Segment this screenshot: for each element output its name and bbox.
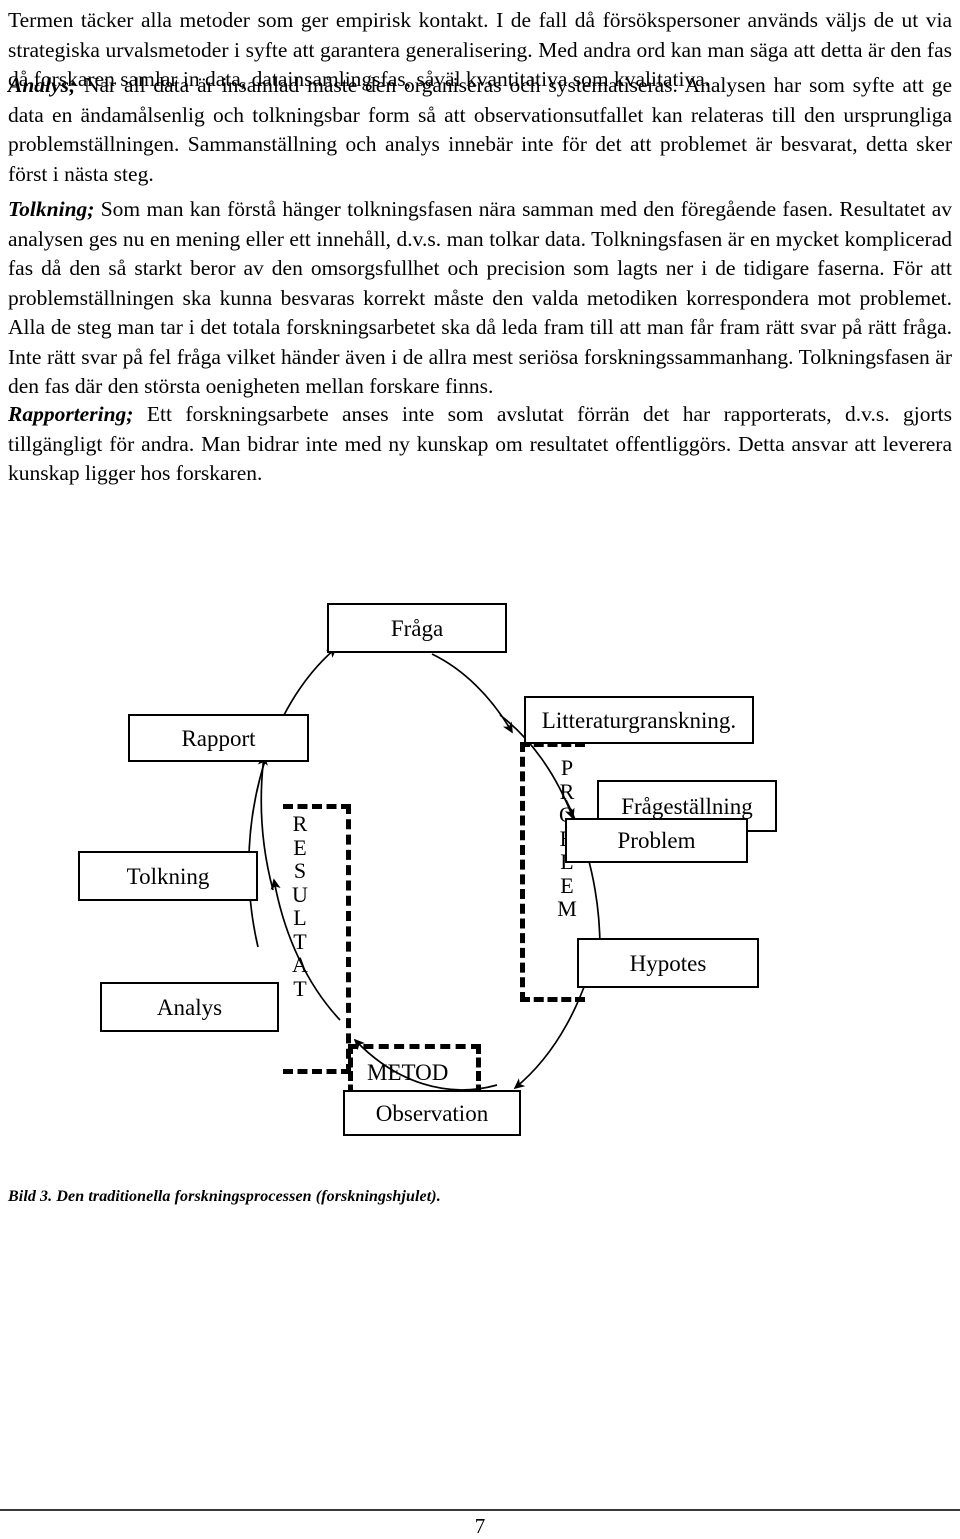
- node-label: Analys: [156, 994, 223, 1020]
- node-label: Litteraturgranskning.: [541, 707, 737, 733]
- metod-label: METOD: [367, 1060, 449, 1085]
- paragraph-lead-tolkning: Tolkning;: [8, 197, 95, 221]
- paragraph-lead-analys: Analys;: [8, 73, 77, 97]
- node-tolkning: Tolkning: [78, 851, 258, 901]
- paragraph-rapportering: Rapportering; Ett forskningsarbete anses…: [8, 400, 952, 489]
- research-wheel-figure: R E S U L T A T P R O B L E M METOD Fråg…: [0, 560, 960, 1180]
- paragraph-text: Ett forskningsarbete anses inte som avsl…: [8, 402, 952, 485]
- node-rapport: Rapport: [128, 714, 309, 762]
- node-label: Problem: [617, 828, 696, 853]
- node-problem: Problem: [565, 818, 748, 863]
- paragraph-lead-rapportering: Rapportering;: [8, 402, 134, 426]
- footer-divider: [0, 1509, 960, 1511]
- node-label: Tolkning: [126, 863, 210, 889]
- node-label: Fråga: [390, 615, 444, 641]
- paragraph-text: Som man kan förstå hänger tolkningsfasen…: [8, 197, 952, 398]
- node-observation: Observation: [343, 1090, 521, 1136]
- paragraph-analys: Analys; När all data är insamlad måste d…: [8, 71, 952, 189]
- paragraph-tolkning: Tolkning; Som man kan förstå hänger tolk…: [8, 195, 952, 402]
- arrow-tolkning-to-rapport: [257, 754, 274, 891]
- node-litteraturgranskning: Litteraturgranskning.: [524, 696, 754, 744]
- paragraph-text: När all data är insamlad måste den organ…: [8, 73, 952, 186]
- node-label: Observation: [375, 1100, 489, 1126]
- node-label: Frågeställning: [621, 793, 753, 819]
- document-page: Termen täcker alla metoder som ger empir…: [0, 0, 960, 1538]
- page-number: 7: [474, 1514, 486, 1538]
- node-hypotes: Hypotes: [577, 938, 759, 988]
- node-label: Hypotes: [629, 950, 707, 976]
- arrow-fraga-to-litteratur: [431, 653, 513, 734]
- node-analys: Analys: [100, 982, 279, 1032]
- resultat-label: R E S U L T A T: [292, 811, 308, 1001]
- node-fraga: Fråga: [327, 603, 507, 653]
- figure-caption: Bild 3. Den traditionella forskningsproc…: [8, 1188, 441, 1205]
- node-label: Rapport: [181, 725, 256, 751]
